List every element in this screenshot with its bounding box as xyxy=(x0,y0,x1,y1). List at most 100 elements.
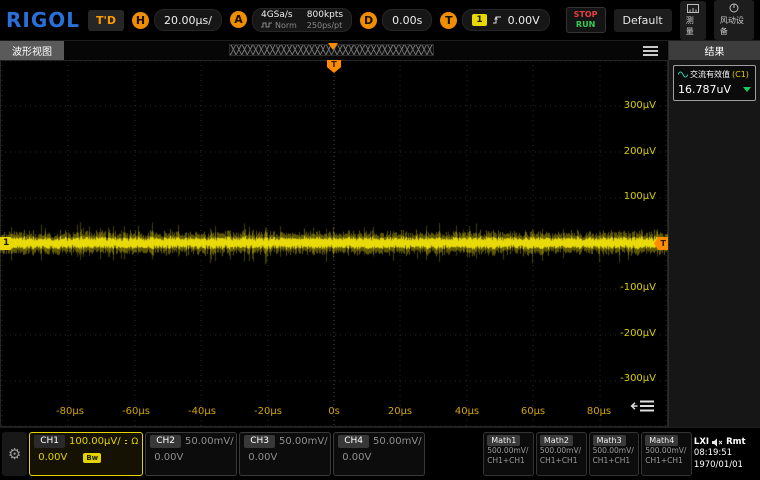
d-badge: D xyxy=(360,12,377,29)
measure-icon xyxy=(687,4,699,13)
horizontal-settings[interactable]: H 20.00μs/ xyxy=(132,9,222,31)
channel-ch2-box[interactable]: CH2 50.00mV/ 0.00V xyxy=(145,432,237,476)
voltage-axis-label: 100μV xyxy=(624,191,656,202)
trigger-source-chip: 1 xyxy=(472,14,486,26)
square-wave-icon xyxy=(261,21,272,29)
knob-icon xyxy=(729,3,739,13)
horizontal-scale: 20.00μs/ xyxy=(164,14,212,27)
ch2-scale: 50.00mV/ xyxy=(185,436,234,447)
time-resolution: 250ps/pt xyxy=(307,21,342,31)
math4-label: Math4 xyxy=(645,435,678,446)
math1-scale: 500.00mV/ xyxy=(487,446,530,456)
ch4-scale: 50.00mV/ xyxy=(373,436,422,447)
ch3-scale: 50.00mV/ xyxy=(279,436,328,447)
system-time: 08:19:51 xyxy=(694,448,756,459)
acquisition-settings[interactable]: A 4GSa/s Norm 800kpts 250ps/pt xyxy=(230,8,352,32)
voltage-axis-label: 200μV xyxy=(624,146,656,157)
h-badge: H xyxy=(132,12,149,29)
ch2-offset: 0.00V xyxy=(154,452,183,463)
result-dropdown-caret[interactable] xyxy=(743,87,751,92)
waveform-canvas[interactable] xyxy=(0,60,668,427)
channel-status-bar: ⚙ CH1 100.00μV/ Ω 0.00V Bw CH2 50.00mV/ … xyxy=(0,427,760,480)
trigger-level: 0.00V xyxy=(508,14,540,27)
display-menu-icon[interactable] xyxy=(630,398,656,417)
time-axis-label: 80μs xyxy=(575,406,623,417)
sine-wave-icon xyxy=(678,71,688,78)
math1-expression: CH1+CH1 xyxy=(487,456,530,466)
voltage-axis-label: 300μV xyxy=(624,100,656,111)
channel-ch3-box[interactable]: CH3 50.00mV/ 0.00V xyxy=(239,432,331,476)
rising-edge-icon xyxy=(492,15,503,25)
time-axis-label: 0s xyxy=(310,406,358,417)
acquisition-mode: Norm xyxy=(275,21,297,31)
ch2-label: CH2 xyxy=(150,435,181,448)
time-axis-label: 60μs xyxy=(509,406,557,417)
hamburger-menu-icon[interactable] xyxy=(643,46,658,56)
math4-expression: CH1+CH1 xyxy=(645,456,688,466)
measurement-result-card[interactable]: 交流有效值(C1) 16.787uV xyxy=(673,65,756,101)
oscilloscope-screen: RIGOL T'D H 20.00μs/ A 4GSa/s Norm 800kp… xyxy=(0,0,760,475)
ch1-impedance: Ω xyxy=(131,437,138,447)
ch3-label: CH3 xyxy=(244,435,275,448)
math3-label: Math3 xyxy=(593,435,626,446)
voltage-axis-label: -200μV xyxy=(620,328,656,339)
math3-scale: 500.00mV/ xyxy=(593,446,636,456)
ch1-label: CH1 xyxy=(34,435,65,448)
ch1-offset: 0.00V xyxy=(38,452,67,463)
memory-depth: 800kpts xyxy=(307,10,343,21)
device-label: 风动设备 xyxy=(720,15,748,37)
system-status-panel[interactable]: LXI Rmt 08:19:51 1970/01/01 xyxy=(694,437,758,471)
t-badge: T xyxy=(440,12,457,29)
math4-box[interactable]: Math4 500.00mV/ CH1+CH1 xyxy=(641,432,692,476)
math2-box[interactable]: Math2 500.00mV/ CH1+CH1 xyxy=(536,432,587,476)
math4-scale: 500.00mV/ xyxy=(645,446,688,456)
ch3-offset: 0.00V xyxy=(248,452,277,463)
measure-button[interactable]: 测量 xyxy=(680,1,706,40)
lxi-label: LXI xyxy=(694,437,709,448)
math2-label: Math2 xyxy=(540,435,573,446)
trigger-position-caret[interactable] xyxy=(328,43,338,50)
results-header: 结果 xyxy=(669,41,760,60)
ch1-bandwidth-badge: Bw xyxy=(83,453,101,463)
results-panel: 结果 交流有效值(C1) 16.787uV xyxy=(668,41,760,427)
system-date: 1970/01/01 xyxy=(694,460,756,471)
dc-coupling-icon xyxy=(125,440,128,444)
math3-box[interactable]: Math3 500.00mV/ CH1+CH1 xyxy=(589,432,640,476)
speaker-muted-icon xyxy=(712,438,723,447)
trigger-settings[interactable]: T 1 0.00V xyxy=(440,9,549,31)
math2-scale: 500.00mV/ xyxy=(540,446,583,456)
math1-label: Math1 xyxy=(487,435,520,446)
channel-ch1-box[interactable]: CH1 100.00μV/ Ω 0.00V Bw xyxy=(29,432,143,476)
waveform-display: T 1 T 300μV 200μV 100μV -100μV -200μV -3… xyxy=(0,60,668,427)
device-button[interactable]: 风动设备 xyxy=(714,0,754,40)
result-source: (C1) xyxy=(732,70,749,79)
channel-ch4-box[interactable]: CH4 50.00mV/ 0.00V xyxy=(333,432,425,476)
a-badge: A xyxy=(230,11,247,28)
tab-waveform-view[interactable]: 波形视图 xyxy=(0,41,64,60)
time-axis-label: -40μs xyxy=(178,406,226,417)
default-button[interactable]: Default xyxy=(614,9,672,32)
measure-label: 测量 xyxy=(686,15,700,37)
time-axis-label: -20μs xyxy=(244,406,292,417)
math3-expression: CH1+CH1 xyxy=(593,456,636,466)
result-value: 16.787uV xyxy=(678,83,731,96)
top-bar: RIGOL T'D H 20.00μs/ A 4GSa/s Norm 800kp… xyxy=(0,0,760,41)
memory-overview-strip[interactable] xyxy=(229,44,434,56)
stop-run-button[interactable]: STOP RUN xyxy=(566,7,606,32)
time-axis-label: 40μs xyxy=(443,406,491,417)
time-axis-label: -60μs xyxy=(112,406,160,417)
time-axis-label: 20μs xyxy=(376,406,424,417)
ch4-offset: 0.00V xyxy=(342,452,371,463)
view-tab-bar: 波形视图 xyxy=(0,41,668,60)
voltage-axis-label: -100μV xyxy=(620,282,656,293)
sample-rate: 4GSa/s xyxy=(261,10,297,21)
delay-value: 0.00s xyxy=(392,14,422,27)
delay-settings[interactable]: D 0.00s xyxy=(360,9,432,31)
result-name: 交流有效值 xyxy=(690,69,730,80)
math1-box[interactable]: Math1 500.00mV/ CH1+CH1 xyxy=(483,432,534,476)
run-label: RUN xyxy=(576,20,595,30)
ch4-label: CH4 xyxy=(338,435,369,448)
settings-gear-icon[interactable]: ⚙ xyxy=(2,432,27,476)
stop-label: STOP xyxy=(574,10,598,20)
time-axis-label: -80μs xyxy=(46,406,94,417)
